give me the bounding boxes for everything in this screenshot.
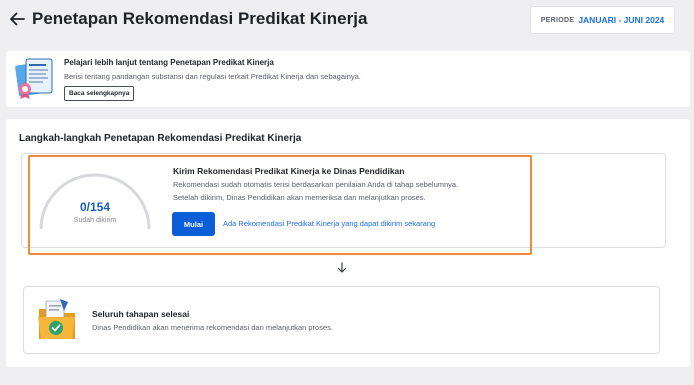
info-title: Pelajari lebih lanjut tentang Penetapan … xyxy=(64,58,274,67)
step1-title: Kirim Rekomendasi Predikat Kinerja ke Di… xyxy=(173,166,405,176)
read-more-button[interactable]: Baca selengkapnya xyxy=(64,86,135,101)
period-label: PERIODE xyxy=(540,16,575,24)
arrow-down-icon xyxy=(337,262,347,273)
folder-check-icon xyxy=(38,299,75,339)
start-button[interactable]: Mulai xyxy=(172,212,215,236)
step2-description: Dinas Pendidikan akan menerima rekomenda… xyxy=(92,323,333,332)
back-arrow-icon[interactable] xyxy=(8,9,26,29)
step2-title: Seluruh tahapan selesai xyxy=(92,309,190,319)
page-title: Penetapan Rekomendasi Predikat Kinerja xyxy=(32,9,368,28)
steps-section: Langkah-langkah Penetapan Rekomendasi Pr… xyxy=(6,119,690,367)
available-recommendations-link[interactable]: Ada Rekomendasi Predikat Kinerja yang da… xyxy=(223,219,435,228)
document-stack-icon xyxy=(15,58,53,99)
step1-description-line1: Rekomendasi sudah otomatis terisi berdas… xyxy=(173,180,459,189)
step1-description-line2: Setelah dikirim, Dinas Pendidikan akan m… xyxy=(173,193,426,202)
info-description: Berisi tentang pandangan substansi dan r… xyxy=(64,72,361,81)
period-value: JANUARI - JUNI 2024 xyxy=(578,15,665,25)
step-complete-card xyxy=(23,286,660,354)
info-card: Pelajari lebih lanjut tentang Penetapan … xyxy=(6,51,690,107)
period-selector[interactable]: PERIODE JANUARI - JUNI 2024 xyxy=(530,6,675,34)
progress-count: 0/154 xyxy=(79,200,111,214)
progress-label: Sudah dikirim xyxy=(73,217,117,224)
steps-title: Langkah-langkah Penetapan Rekomendasi Pr… xyxy=(19,133,302,144)
